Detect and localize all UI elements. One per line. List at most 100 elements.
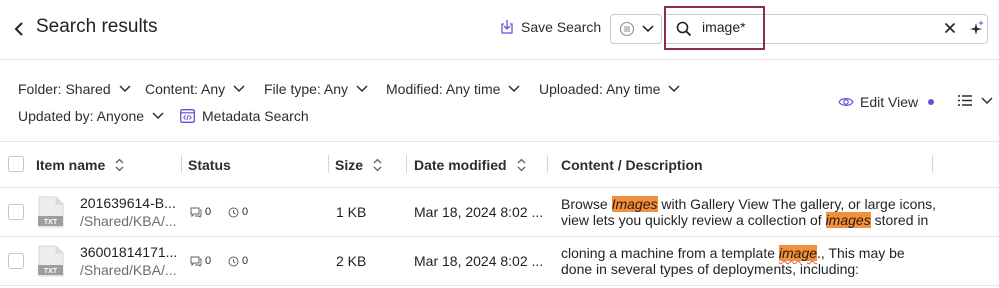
back-button[interactable] <box>10 19 28 39</box>
snippet-text: with Gallery View The gallery, or large … <box>657 196 937 212</box>
list-circle-icon <box>619 21 635 37</box>
chevron-left-icon <box>14 22 23 36</box>
version-count-value: 0 <box>242 255 249 267</box>
filter-file-type[interactable]: File type: Any <box>264 81 368 97</box>
metadata-search-button[interactable]: Metadata Search <box>180 108 309 124</box>
column-content-label: Content / Description <box>561 157 703 173</box>
search-icon <box>676 21 692 37</box>
chevron-down-icon <box>508 85 520 93</box>
snippet-text: stored in <box>870 212 929 228</box>
snippet-text: cloning a machine from a template <box>561 245 779 261</box>
clear-search-button[interactable] <box>944 21 956 39</box>
chevron-down-icon <box>356 85 368 93</box>
search-highlight: Images <box>611 196 658 212</box>
column-divider[interactable] <box>406 155 407 173</box>
date-modified-cell: Mar 18, 2024 8:02 ... <box>414 204 544 220</box>
column-item-name-label: Item name <box>36 157 106 173</box>
chevron-down-icon <box>233 85 245 93</box>
file-type-label: TXT <box>44 219 58 226</box>
item-name-link[interactable]: 201639614-B... <box>80 195 176 211</box>
eye-icon <box>838 98 854 106</box>
column-header-status: Status <box>188 157 231 173</box>
size-cell: 1 KB <box>336 204 367 220</box>
column-divider[interactable] <box>932 155 933 173</box>
chevron-down-icon <box>119 85 131 93</box>
column-divider[interactable] <box>328 155 329 173</box>
list-icon <box>958 95 972 106</box>
close-icon <box>944 22 956 34</box>
version-count[interactable]: 0 <box>228 255 248 267</box>
column-divider[interactable] <box>181 155 182 173</box>
comment-count-value: 0 <box>205 206 212 218</box>
sparkle-icon <box>970 20 984 35</box>
column-header-item-name[interactable]: Item name <box>36 157 124 173</box>
column-status-label: Status <box>188 157 231 173</box>
version-count-value: 0 <box>242 206 249 218</box>
save-search-button[interactable]: Save Search <box>500 19 601 35</box>
filter-updated-by[interactable]: Updated by: Anyone <box>18 108 164 124</box>
column-header-size[interactable]: Size <box>335 157 382 173</box>
chevron-down-icon <box>981 96 993 104</box>
save-download-icon <box>501 20 513 34</box>
filter-content[interactable]: Content: Any <box>145 81 245 97</box>
content-snippet-line: Browse Images with Gallery View The gall… <box>561 196 936 212</box>
sort-icon <box>517 158 526 172</box>
ai-search-button[interactable] <box>970 20 984 41</box>
search-highlight: image <box>778 245 818 261</box>
item-path[interactable]: /Shared/KBA/... <box>80 262 177 278</box>
chevron-down-icon <box>642 25 654 33</box>
edit-view-button[interactable]: Edit View <box>838 94 918 110</box>
clock-icon <box>228 207 239 217</box>
edit-view-indicator-dot <box>928 99 934 105</box>
filter-uploaded[interactable]: Uploaded: Any time <box>539 81 680 97</box>
file-type-label: TXT <box>44 268 58 275</box>
snippet-text: done in several types of deployments, in… <box>561 261 860 277</box>
list-view-toggle[interactable] <box>958 95 993 106</box>
column-divider[interactable] <box>547 155 548 173</box>
filter-modified[interactable]: Modified: Any time <box>386 81 520 97</box>
item-path[interactable]: /Shared/KBA/... <box>80 213 177 229</box>
row-checkbox[interactable] <box>8 204 24 220</box>
metadata-search-label: Metadata Search <box>202 108 309 124</box>
size-cell: 2 KB <box>336 253 367 269</box>
chevron-down-icon <box>668 85 680 93</box>
content-snippet-line: cloning a machine from a template image.… <box>561 245 905 261</box>
column-header-date-modified[interactable]: Date modified <box>414 157 526 173</box>
filter-uploaded-label: Uploaded: Any time <box>539 81 661 97</box>
snippet-text: Browse <box>561 196 612 212</box>
page-title: Search results <box>36 16 158 37</box>
row-checkbox[interactable] <box>8 253 24 269</box>
filter-modified-label: Modified: Any time <box>386 81 501 97</box>
filter-file-type-label: File type: Any <box>264 81 349 97</box>
item-name-link[interactable]: 36001814171... <box>80 244 177 260</box>
comment-count[interactable]: 0 <box>190 255 211 267</box>
column-size-label: Size <box>335 157 364 173</box>
comment-count-value: 0 <box>205 255 212 267</box>
edit-view-label: Edit View <box>860 94 919 110</box>
txt-file-icon: TXT <box>38 245 64 277</box>
content-snippet-line: done in several types of deployments, in… <box>561 261 859 277</box>
select-all-checkbox[interactable] <box>8 156 24 172</box>
search-highlight: images <box>825 212 871 228</box>
comment-count[interactable]: 0 <box>190 206 211 218</box>
date-modified-cell: Mar 18, 2024 8:02 ... <box>414 253 544 269</box>
save-search-label: Save Search <box>521 19 602 35</box>
code-window-icon <box>180 109 195 123</box>
sort-icon <box>373 158 382 172</box>
chevron-down-icon <box>152 112 164 120</box>
column-date-modified-label: Date modified <box>414 157 507 173</box>
clock-icon <box>228 256 239 266</box>
filter-updated-by-label: Updated by: Anyone <box>18 108 145 124</box>
version-count[interactable]: 0 <box>228 206 248 218</box>
search-input[interactable] <box>702 19 932 35</box>
column-header-content: Content / Description <box>561 157 703 173</box>
snippet-text: ., This may be <box>817 245 905 261</box>
snippet-text: view lets you quickly review a collectio… <box>561 212 826 228</box>
search-scope-select[interactable] <box>610 14 662 44</box>
filter-content-label: Content: Any <box>145 81 226 97</box>
filter-folder[interactable]: Folder: Shared <box>18 81 131 97</box>
filter-folder-label: Folder: Shared <box>18 81 111 97</box>
content-snippet-line: view lets you quickly review a collectio… <box>561 212 928 228</box>
sort-icon <box>115 158 124 172</box>
comment-icon <box>190 207 202 218</box>
